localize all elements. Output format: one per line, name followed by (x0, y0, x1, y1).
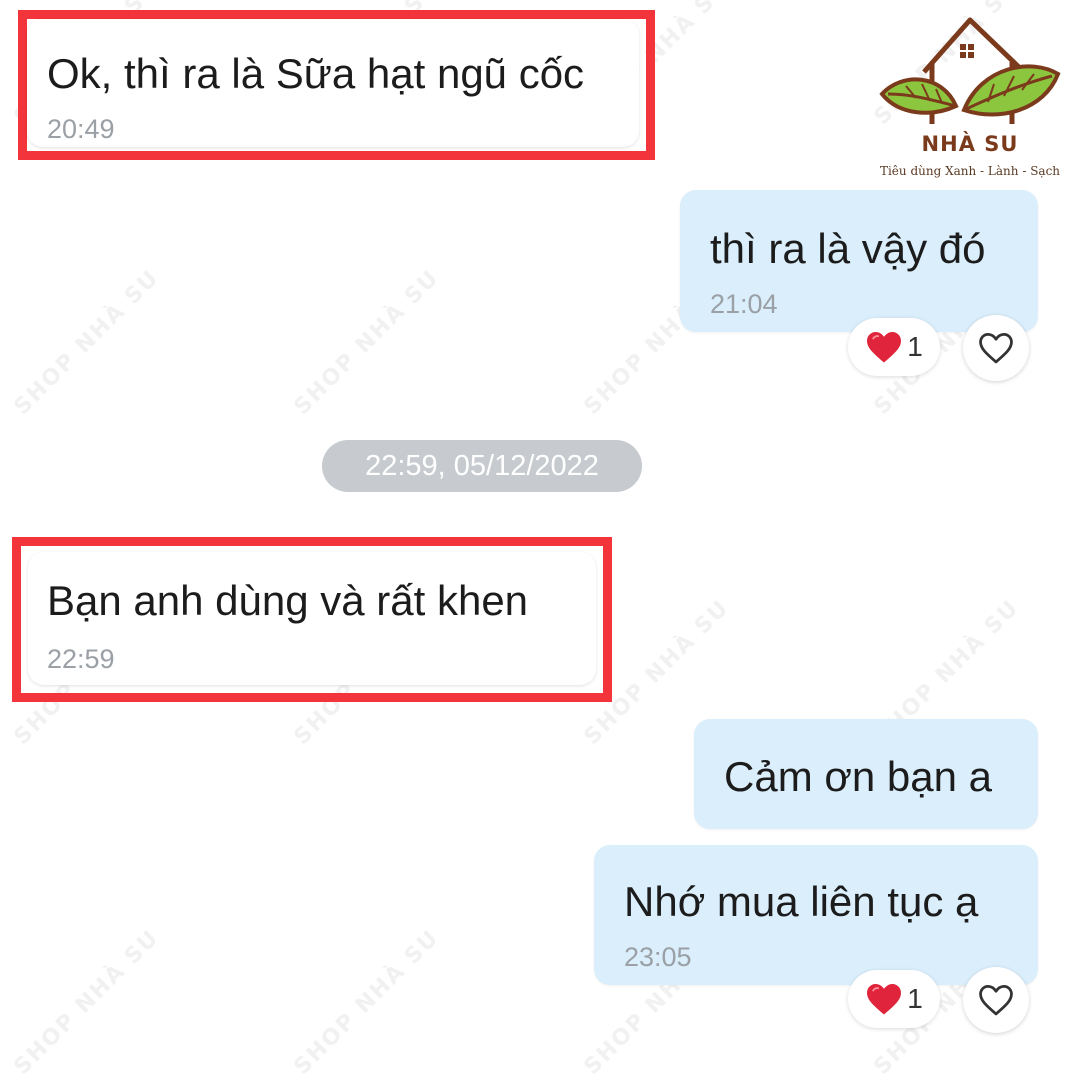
message-time: 20:49 (47, 114, 115, 144)
message-time: 21:04 (710, 289, 778, 319)
date-separator: 22:59, 05/12/2022 (322, 440, 642, 492)
reaction-count: 1 (907, 983, 923, 1014)
heart-outline-icon (979, 985, 1013, 1016)
message-bubble-outgoing[interactable]: Nhớ mua liên tục ạ 23:05 (594, 845, 1038, 985)
logo-tagline: Tiêu dùng Xanh - Lành - Sạch (879, 164, 1061, 178)
watermark-text: SHOP NHÀ SU (289, 925, 445, 1080)
message-text: Ok, thì ra là Sữa hạt ngũ cốc (47, 50, 585, 97)
watermark-text: SHOP NHÀ SU (289, 265, 445, 420)
message-text: Cảm ơn bạn a (724, 753, 993, 800)
reaction-count: 1 (907, 331, 923, 362)
message-bubble-incoming[interactable]: Ok, thì ra là Sữa hạt ngũ cốc 20:49 (27, 19, 639, 147)
message-bubble-incoming[interactable]: Bạn anh dùng và rất khen 22:59 (28, 552, 596, 685)
heart-icon (867, 332, 902, 363)
brand-logo: NHÀ SU Tiêu dùng Xanh - Lành - Sạch (872, 14, 1068, 184)
message-text: Nhớ mua liên tục ạ (624, 878, 979, 925)
heart-icon (867, 984, 902, 1015)
logo-name: NHÀ SU (921, 132, 1019, 156)
reaction-badge[interactable]: 1 (848, 970, 940, 1028)
message-bubble-outgoing[interactable]: thì ra là vậy đó 21:04 (680, 190, 1038, 332)
message-bubble-outgoing[interactable]: Cảm ơn bạn a (694, 719, 1038, 829)
house-leaf-icon (879, 17, 1061, 124)
watermark-text: SHOP NHÀ SU (9, 265, 165, 420)
chat-screen: SHOP NHÀ SU SHOP NHÀ SU SHOP NHÀ SU SHOP NH… (0, 0, 1080, 1080)
reaction-badge[interactable]: 1 (848, 318, 940, 376)
heart-outline-icon (979, 333, 1013, 364)
watermark-text: SHOP NHÀ SU (9, 925, 165, 1080)
message-time: 22:59 (47, 644, 115, 674)
message-text: Bạn anh dùng và rất khen (47, 577, 529, 624)
message-time: 23:05 (624, 942, 692, 972)
react-button[interactable] (963, 967, 1029, 1033)
message-text: thì ra là vậy đó (710, 225, 986, 272)
react-button[interactable] (963, 315, 1029, 381)
